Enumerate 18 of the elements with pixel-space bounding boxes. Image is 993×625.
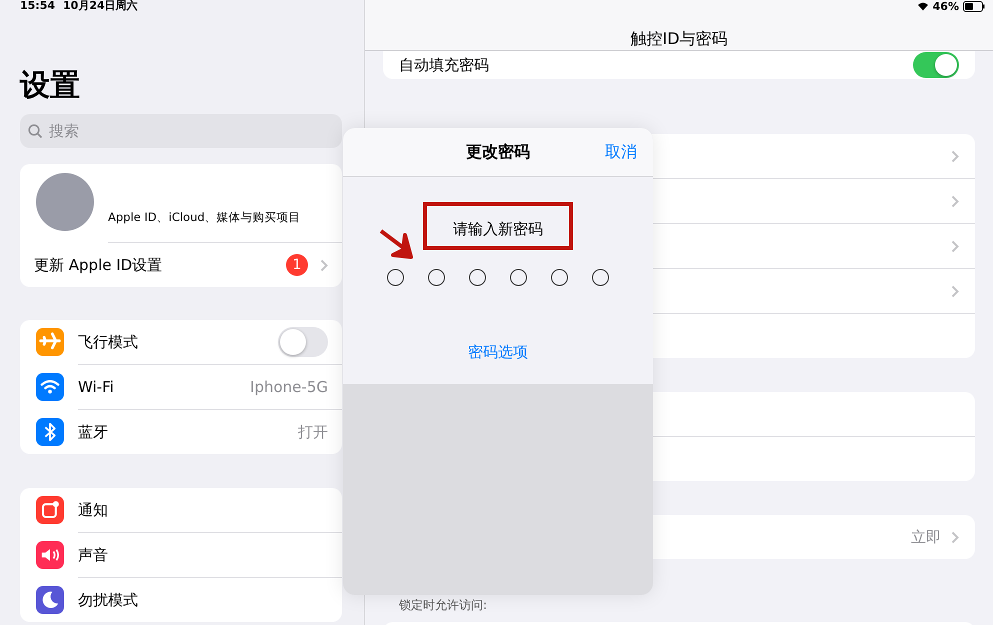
battery-percent: 46% xyxy=(932,0,959,12)
passcode-prompt: 请输入新密码 xyxy=(453,220,543,238)
settings-row-value: 立即 xyxy=(911,528,941,546)
settings-row-label: 自动填充密码 xyxy=(399,56,489,74)
settings-item-label: 通知 xyxy=(78,500,109,520)
dialog-title: 更改密码 xyxy=(466,142,530,162)
settings-item-value: Iphone-5G xyxy=(250,378,328,396)
settings-item-label: 蓝牙 xyxy=(78,422,109,442)
notification-badge: 1 xyxy=(286,254,308,276)
settings-item-label: 勿扰模式 xyxy=(78,590,139,610)
section-footer: 锁定时允许访问: xyxy=(399,597,488,614)
page-title: 设置 xyxy=(20,68,80,104)
nav-title: 触控ID与密码 xyxy=(630,29,728,50)
settings-item-label: 声音 xyxy=(78,546,109,564)
settings-item-label: 飞行模式 xyxy=(78,332,139,352)
settings-item-label: Wi-Fi xyxy=(78,378,115,396)
settings-item-value: 打开 xyxy=(298,422,328,442)
status-time: 15:54 xyxy=(20,0,56,12)
